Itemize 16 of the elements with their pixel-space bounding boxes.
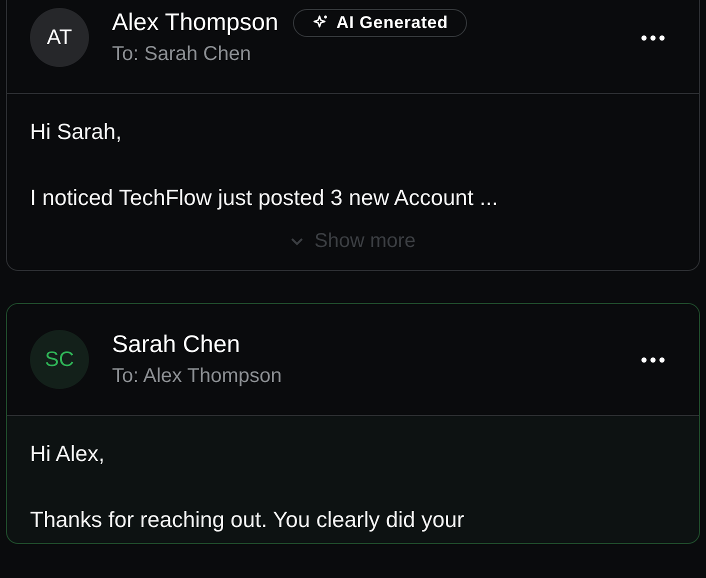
message-text: Hi Alex, — [30, 441, 106, 467]
recipient-text: To: Sarah Chen — [112, 42, 252, 66]
more-button[interactable] — [641, 356, 665, 362]
more-button[interactable] — [641, 34, 665, 40]
chevron-down-icon — [290, 236, 304, 246]
sender-name: Alex Thompson — [112, 8, 278, 38]
avatar: AT — [30, 8, 89, 67]
message-text: Thanks for reaching out. You clearly did your — [30, 507, 466, 533]
message-text: I noticed TechFlow just posted 3 new Account ... — [30, 185, 499, 211]
recipient-text: To: Alex Thompson — [112, 364, 282, 388]
avatar: SC — [30, 330, 89, 389]
message-text: Hi Sarah, — [30, 119, 123, 145]
sender-name: Sarah Chen — [112, 330, 240, 360]
more-icon — [641, 34, 665, 40]
more-icon — [641, 356, 665, 362]
ai-badge: AI Generated — [293, 8, 468, 36]
